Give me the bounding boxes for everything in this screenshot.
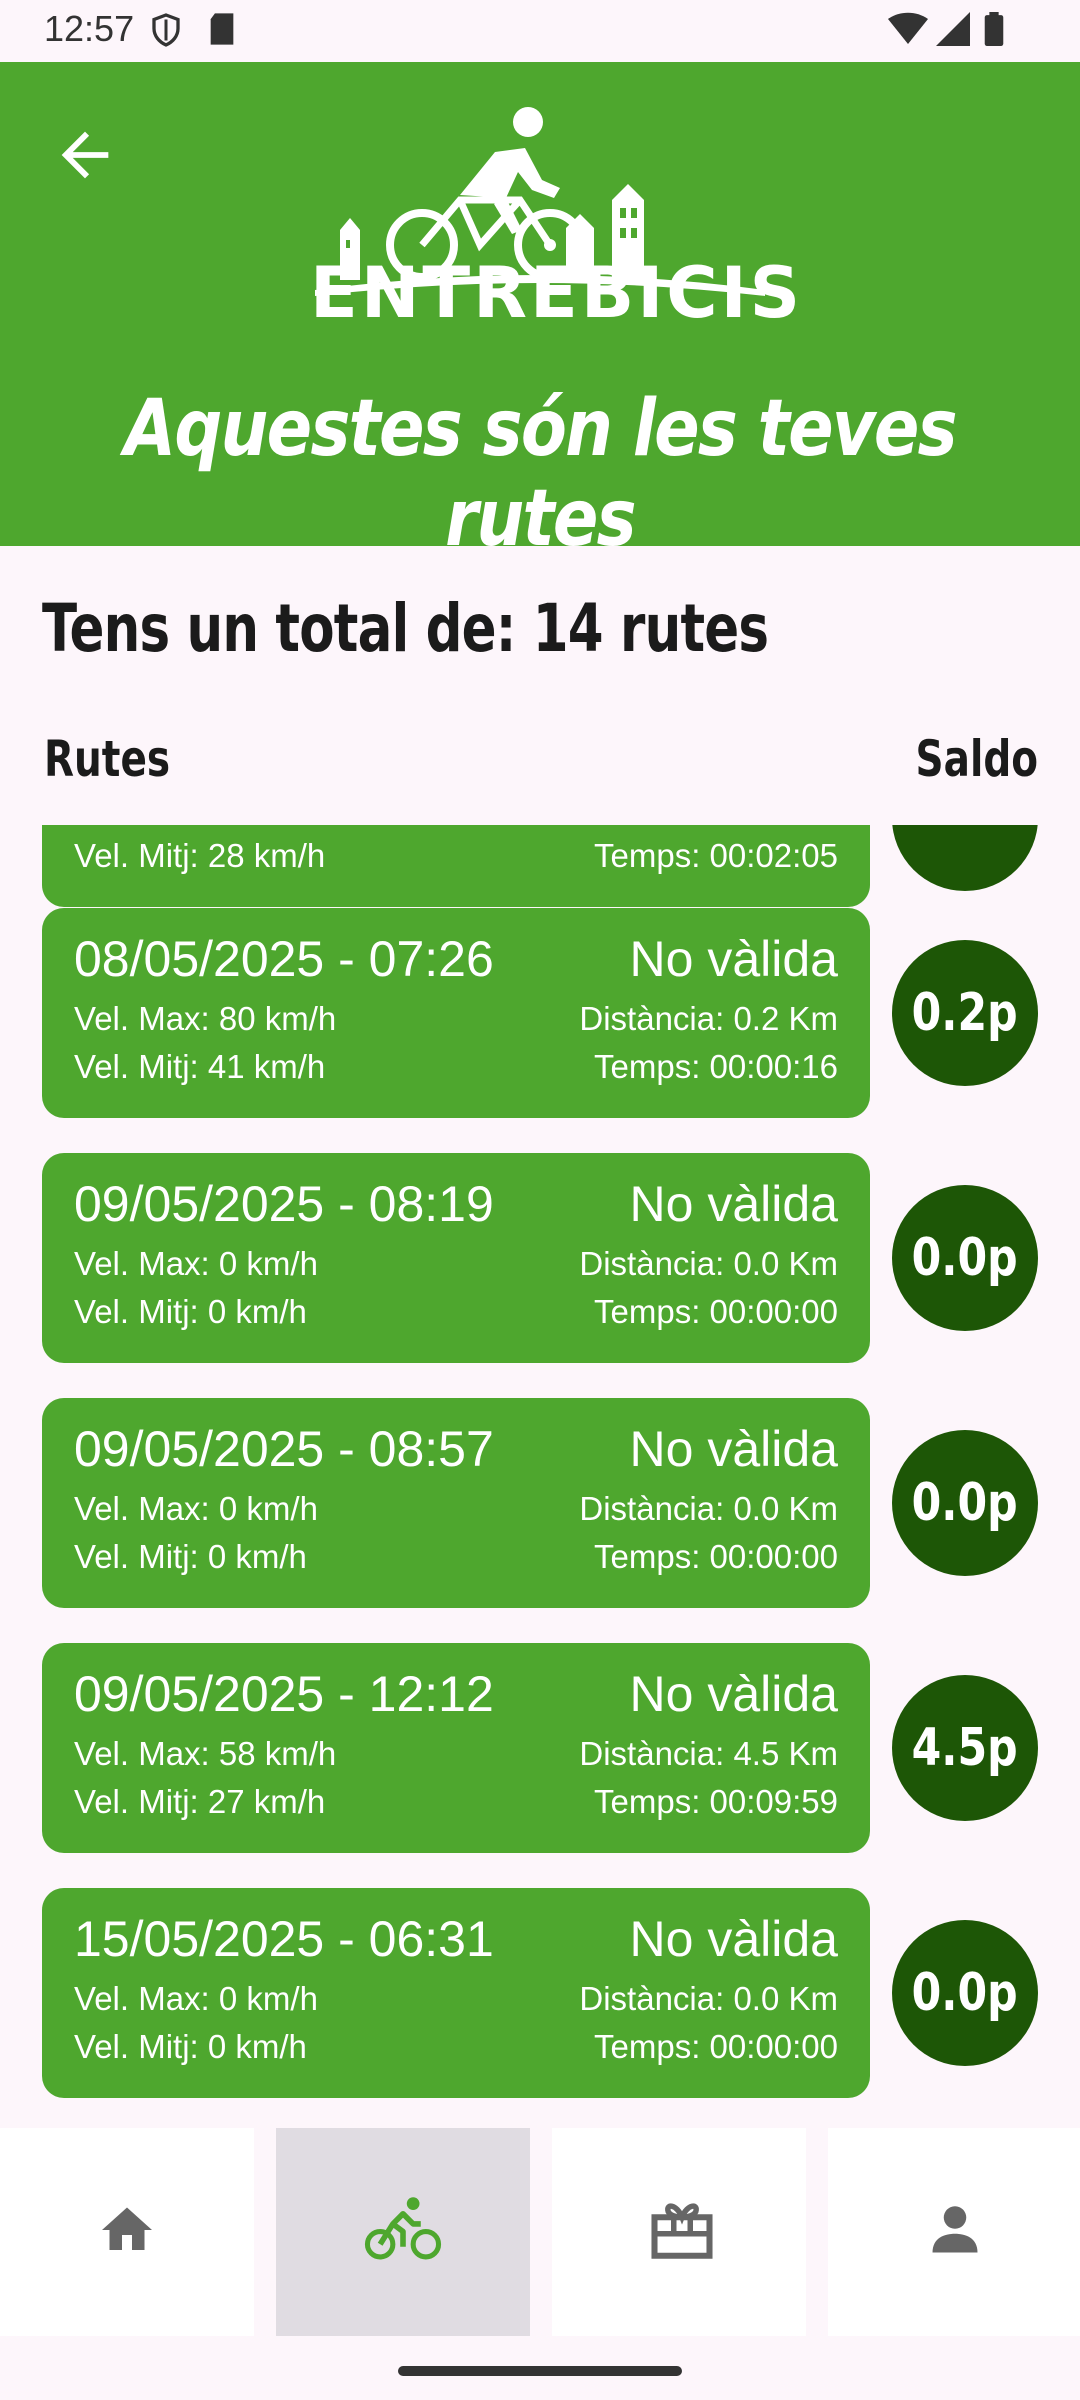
route-vel-max: Vel. Max: 0 km/h	[74, 1245, 318, 1282]
route-date: 08/05/2025 - 07:26	[74, 931, 494, 987]
logo-text: ENTREBICIS	[310, 252, 804, 334]
route-vel-mitj: Vel. Mitj: 41 km/h	[74, 1048, 326, 1085]
entrebicis-logo	[315, 107, 765, 296]
back-arrow-icon[interactable]	[50, 120, 120, 190]
column-header-rutes: Rutes	[44, 730, 171, 788]
nav-routes[interactable]	[276, 2128, 530, 2336]
column-header-saldo: Saldo	[915, 730, 1038, 788]
route-status: No vàlida	[629, 1421, 838, 1477]
route-points: 0.2p	[911, 983, 1019, 1043]
route-card[interactable]: 09/05/2025 - 12:12 No vàlida Vel. Max: 5…	[42, 1643, 870, 1853]
route-points: 0.0p	[911, 1228, 1019, 1288]
route-temps: Temps: 00:02:05	[594, 837, 838, 874]
route-vel-mitj: Vel. Mitj: 27 km/h	[74, 1783, 326, 1820]
nav-home[interactable]	[0, 2128, 254, 2336]
route-date: 15/05/2025 - 06:31	[74, 1911, 494, 1967]
routes-list[interactable]: Vel. Mitj: 28 km/h Temps: 00:02:05 08/05…	[0, 825, 1080, 2128]
status-bar: 12:57	[0, 0, 1080, 62]
route-vel-mitj: Vel. Mitj: 28 km/h	[74, 837, 326, 874]
route-points-badge: 0.0p	[892, 1920, 1038, 2066]
route-points: 0.0p	[911, 1963, 1019, 2023]
wifi-icon	[888, 12, 928, 44]
route-status: No vàlida	[629, 1666, 838, 1722]
route-status: No vàlida	[629, 1911, 838, 1967]
route-vel-mitj: Vel. Mitj: 0 km/h	[74, 1538, 307, 1575]
route-card[interactable]: 09/05/2025 - 08:19 No vàlida Vel. Max: 0…	[42, 1153, 870, 1363]
gesture-bar[interactable]	[398, 2366, 682, 2376]
gift-icon	[651, 2203, 713, 2259]
route-date: 09/05/2025 - 08:19	[74, 1176, 494, 1232]
route-points-badge: 4.5p	[892, 1675, 1038, 1821]
signal-icon	[936, 12, 970, 46]
route-distancia: Distància: 0.0 Km	[579, 1245, 838, 1282]
route-distancia: Distància: 0.0 Km	[579, 1490, 838, 1527]
battery-icon	[984, 12, 1004, 46]
route-vel-max: Vel. Max: 80 km/h	[74, 1000, 337, 1037]
route-vel-max: Vel. Max: 58 km/h	[74, 1735, 337, 1772]
route-date: 09/05/2025 - 12:12	[74, 1666, 494, 1722]
bottom-navigation	[0, 2128, 1080, 2336]
routes-total-text: Tens un total de: 14 rutes	[42, 590, 769, 667]
shield-icon	[152, 13, 180, 47]
route-points-badge: 0.2p	[892, 940, 1038, 1086]
route-points: 4.5p	[911, 1718, 1019, 1778]
route-vel-max: Vel. Max: 0 km/h	[74, 1980, 318, 2017]
sd-card-icon	[210, 13, 234, 45]
app-header: ENTREBICIS Aquestes són les teves rutes	[0, 62, 1080, 564]
route-card[interactable]: 08/05/2025 - 07:26 No vàlida Vel. Max: 8…	[42, 908, 870, 1118]
route-temps: Temps: 00:09:59	[594, 1783, 838, 1820]
route-distancia: Distància: 4.5 Km	[579, 1735, 838, 1772]
bike-icon	[364, 2197, 442, 2260]
nav-rewards[interactable]	[552, 2128, 806, 2336]
route-points: 0.0p	[911, 1473, 1019, 1533]
route-points-badge: 0.0p	[892, 1430, 1038, 1576]
route-card[interactable]: 15/05/2025 - 06:31 No vàlida Vel. Max: 0…	[42, 1888, 870, 2098]
route-temps: Temps: 00:00:00	[594, 2028, 838, 2065]
route-distancia: Distància: 0.0 Km	[579, 1980, 838, 2017]
route-points-badge: 0.0p	[892, 1185, 1038, 1331]
route-temps: Temps: 00:00:00	[594, 1538, 838, 1575]
home-icon	[102, 2207, 152, 2250]
route-date: 09/05/2025 - 08:57	[74, 1421, 494, 1477]
route-status: No vàlida	[629, 931, 838, 987]
route-card-partial[interactable]: Vel. Mitj: 28 km/h Temps: 00:02:05	[42, 825, 870, 907]
person-icon	[932, 2206, 978, 2253]
route-points-badge-partial	[892, 825, 1038, 891]
route-vel-mitj: Vel. Mitj: 0 km/h	[74, 2028, 307, 2065]
nav-profile[interactable]	[828, 2128, 1080, 2336]
route-distancia: Distància: 0.2 Km	[579, 1000, 838, 1037]
page-title: Aquestes són les teves rutes	[124, 384, 957, 564]
route-vel-max: Vel. Max: 0 km/h	[74, 1490, 318, 1527]
route-temps: Temps: 00:00:00	[594, 1293, 838, 1330]
route-vel-mitj: Vel. Mitj: 0 km/h	[74, 1293, 307, 1330]
status-time: 12:57	[44, 8, 135, 49]
route-status: No vàlida	[629, 1176, 838, 1232]
route-card[interactable]: 09/05/2025 - 08:57 No vàlida Vel. Max: 0…	[42, 1398, 870, 1608]
route-temps: Temps: 00:00:16	[594, 1048, 838, 1085]
